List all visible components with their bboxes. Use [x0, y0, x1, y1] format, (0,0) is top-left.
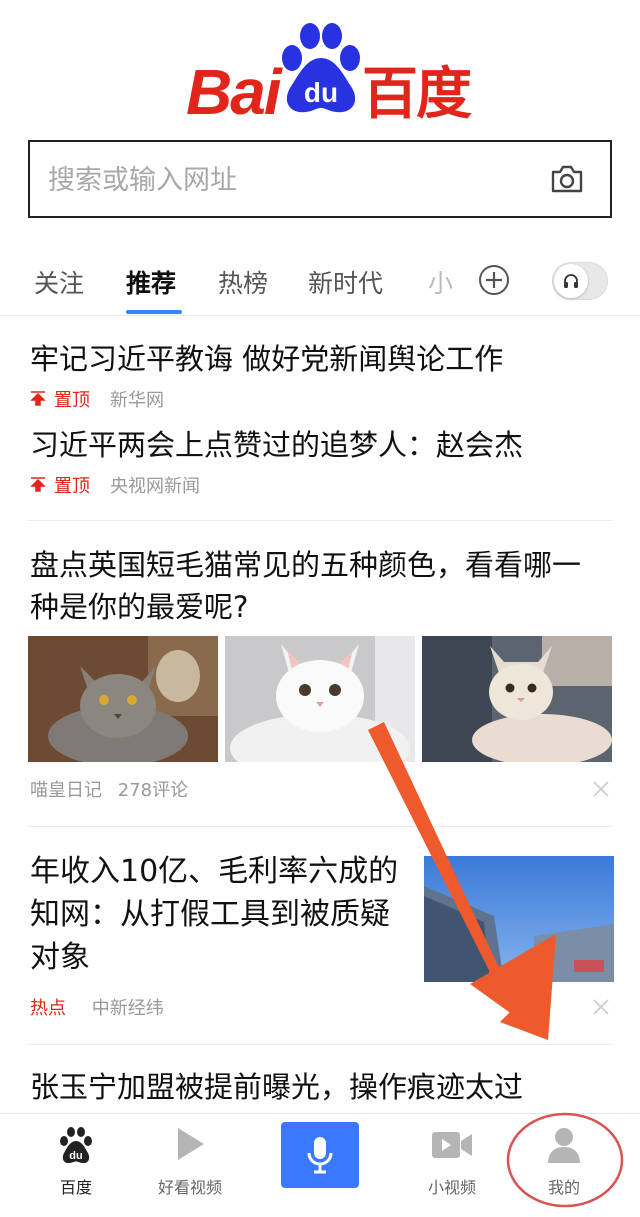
- channel-tabs: 关注 推荐 热榜 新时代 小: [0, 250, 640, 316]
- feed-divider: [28, 1044, 612, 1045]
- tab-follow[interactable]: 关注: [34, 264, 84, 300]
- news-source: 中新经纬: [91, 998, 164, 1019]
- feed-divider: [28, 520, 612, 521]
- news-headline[interactable]: 习近平两会上点赞过的追梦人：赵会杰: [30, 424, 610, 466]
- tab-truncated[interactable]: 小: [428, 264, 453, 300]
- tab-new-era[interactable]: 新时代: [308, 264, 383, 300]
- pinned-badge: 置顶: [30, 390, 90, 411]
- active-tab-indicator: [126, 310, 182, 314]
- news-headline[interactable]: 牢记习近平教诲 做好党新闻舆论工作: [30, 338, 610, 380]
- hot-tag: 热点: [30, 998, 66, 1019]
- logo-text-baidu-cn: 百度: [362, 62, 472, 125]
- nav-label: 百度: [59, 1178, 92, 1197]
- svg-text:du: du: [69, 1150, 82, 1162]
- news-source: 喵皇日记: [30, 780, 102, 801]
- news-image-cream-cat[interactable]: [422, 636, 612, 762]
- toggle-knob: [554, 264, 588, 298]
- news-image-building[interactable]: [424, 856, 614, 982]
- comment-count: 278评论: [117, 780, 189, 801]
- user-icon: [548, 1128, 580, 1163]
- baidu-paw-logo-icon: du: [282, 23, 360, 113]
- audio-mode-toggle[interactable]: [552, 262, 608, 300]
- nav-my-profile[interactable]: 我的: [514, 1114, 614, 1217]
- news-meta: 喵皇日记 278评论: [30, 776, 188, 802]
- news-source: 央视网新闻: [110, 476, 200, 497]
- search-input[interactable]: [48, 160, 528, 200]
- nav-label: 小视频: [427, 1178, 476, 1197]
- feed-divider: [28, 826, 612, 827]
- tab-recommend[interactable]: 推荐: [126, 264, 176, 300]
- add-channel-icon[interactable]: [478, 264, 510, 296]
- baidu-logo: Bai du 百度: [0, 22, 640, 128]
- news-meta: 置顶 央视网新闻: [30, 472, 200, 498]
- news-meta: 置顶 新华网: [30, 386, 164, 412]
- nav-label: 好看视频: [157, 1178, 222, 1197]
- nav-haokan-video[interactable]: 好看视频: [140, 1114, 240, 1217]
- video-camera-icon: [432, 1132, 472, 1158]
- news-meta: 热点 中新经纬: [30, 994, 164, 1020]
- news-image-grey-cat[interactable]: [28, 636, 218, 762]
- camera-icon[interactable]: [550, 164, 584, 194]
- dismiss-close-icon[interactable]: [592, 998, 610, 1016]
- pinned-label: 置顶: [54, 390, 90, 411]
- news-headline[interactable]: 年收入10亿、毛利率六成的知网：从打假工具到被质疑对象: [30, 850, 410, 979]
- news-headline[interactable]: 张玉宁加盟被提前曝光，操作痕迹太过: [30, 1066, 610, 1108]
- headphones-icon: [564, 274, 578, 288]
- pinned-label: 置顶: [54, 476, 90, 497]
- tab-hot-list[interactable]: 热榜: [218, 264, 268, 300]
- dismiss-close-icon[interactable]: [592, 780, 610, 798]
- pin-arrow-icon: [30, 477, 46, 492]
- baidu-paw-icon: du: [60, 1127, 92, 1164]
- news-source: 新华网: [110, 390, 164, 411]
- news-headline[interactable]: 盘点英国短毛猫常见的五种颜色，看看哪一种是你的最爱呢?: [30, 544, 600, 628]
- logo-text-du: du: [304, 77, 338, 108]
- search-box[interactable]: [28, 140, 612, 218]
- nav-baidu-home[interactable]: du 百度: [26, 1114, 126, 1217]
- bottom-navigation: du 百度 好看视频 小视频 我的: [0, 1113, 640, 1217]
- pin-arrow-icon: [30, 391, 46, 406]
- microphone-icon: [307, 1137, 333, 1174]
- nav-label: 我的: [547, 1178, 580, 1197]
- voice-search-button[interactable]: [281, 1122, 359, 1188]
- pinned-badge: 置顶: [30, 476, 90, 497]
- play-icon: [178, 1128, 204, 1160]
- nav-short-video[interactable]: 小视频: [402, 1114, 502, 1217]
- news-image-white-cat[interactable]: [225, 636, 415, 762]
- logo-text-bai: Bai: [186, 56, 282, 128]
